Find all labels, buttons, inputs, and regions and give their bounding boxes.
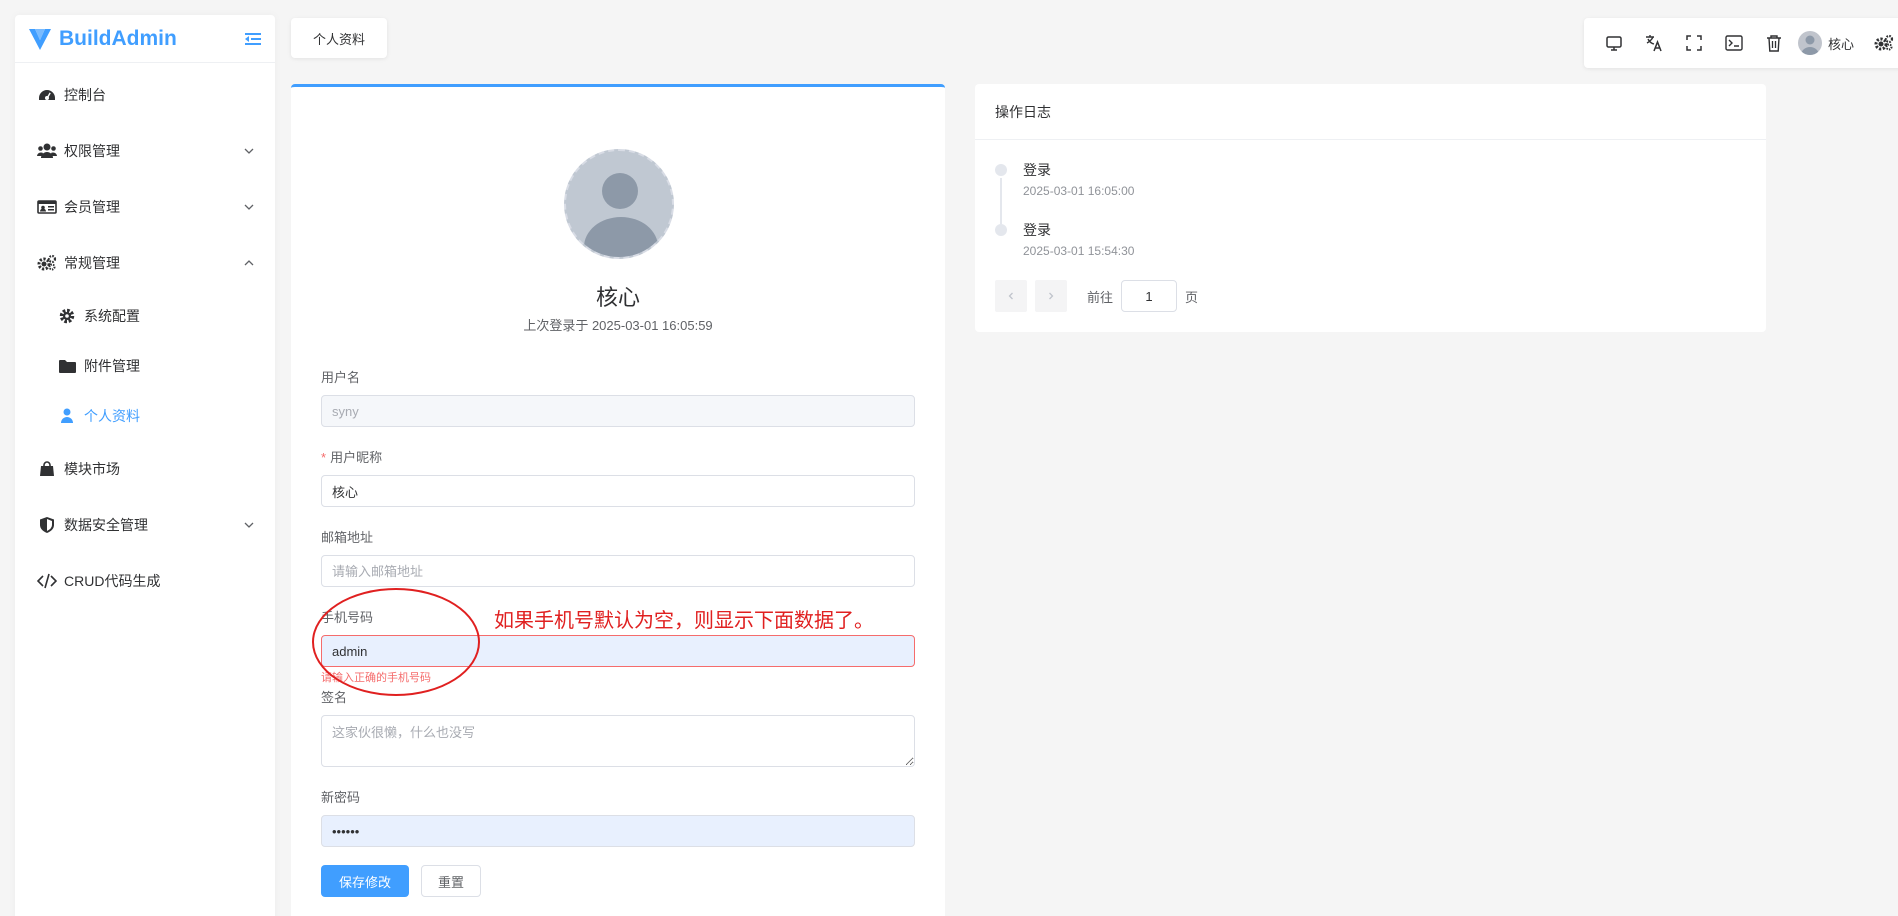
sidebar-item-label: 数据安全管理 (64, 517, 148, 533)
sidebar-item-label: 模块市场 (64, 461, 120, 477)
gears-icon (37, 253, 57, 273)
fullscreen-button[interactable] (1674, 23, 1714, 63)
sidebar-item-label: CRUD代码生成 (64, 573, 161, 589)
chevron-left-icon (1008, 292, 1013, 300)
tab-label: 个人资料 (312, 31, 365, 47)
prev-page-button[interactable] (995, 280, 1027, 312)
sidebar-item-permissions[interactable]: 权限管理 (15, 123, 275, 179)
sidebar-item-label: 附件管理 (84, 358, 140, 374)
reset-button[interactable]: 重置 (421, 865, 481, 897)
goto-label: 前往 (1087, 289, 1114, 305)
password-field[interactable] (321, 815, 915, 847)
chevron-down-icon (244, 204, 254, 210)
nickname-label-text: 用户昵称 (330, 450, 383, 465)
timeline-dot (995, 224, 1007, 236)
clear-cache-button[interactable] (1754, 23, 1794, 63)
monitor-button[interactable] (1594, 23, 1634, 63)
terminal-icon (1725, 35, 1743, 51)
sidebar: BuildAdmin 控制台 权限管理 会员管理 常规管理 系统配置 附件管理 … (15, 15, 275, 916)
brand-name: BuildAdmin (59, 26, 177, 50)
sidebar-item-general[interactable]: 常规管理 (15, 235, 275, 291)
save-button[interactable]: 保存修改 (321, 865, 409, 897)
fullscreen-icon (1686, 35, 1702, 51)
shopping-bag-icon (37, 459, 57, 479)
timeline-dot (995, 164, 1007, 176)
sidebar-item-label: 控制台 (64, 87, 106, 103)
username-label: 用户名 (321, 370, 361, 385)
last-login-text: 上次登录于 2025-03-01 16:05:59 (523, 318, 713, 333)
trash-icon (1767, 35, 1781, 52)
users-icon (37, 141, 57, 161)
sidebar-menu: 控制台 权限管理 会员管理 常规管理 系统配置 附件管理 个人资料 模块市场 数… (15, 63, 275, 609)
nickname-field[interactable] (321, 475, 915, 507)
id-card-icon (37, 197, 57, 217)
annotation-text: 如果手机号默认为空，则显示下面数据了。 (494, 610, 874, 632)
folder-icon (57, 356, 77, 376)
sidebar-item-label: 系统配置 (84, 308, 140, 324)
email-label: 邮箱地址 (321, 530, 374, 545)
page-jump-input[interactable] (1121, 280, 1178, 312)
settings-icon (1874, 34, 1894, 51)
required-mark: * (321, 450, 327, 465)
top-toolbar: 核心 (1584, 18, 1898, 68)
username-field[interactable] (321, 395, 915, 427)
annotation-circle (312, 588, 480, 696)
logo[interactable]: BuildAdmin (15, 15, 275, 63)
avatar (1798, 31, 1822, 55)
chevron-down-icon (244, 148, 254, 154)
chevron-down-icon (244, 522, 254, 528)
page-unit-label: 页 (1185, 289, 1199, 305)
signature-label: 签名 (321, 690, 348, 705)
sidebar-item-members[interactable]: 会员管理 (15, 179, 275, 235)
sidebar-item-dashboard[interactable]: 控制台 (15, 67, 275, 123)
sidebar-item-crud[interactable]: CRUD代码生成 (15, 553, 275, 609)
user-name: 核心 (1828, 36, 1855, 52)
signature-field[interactable] (321, 715, 915, 767)
logo-icon (29, 28, 51, 50)
code-icon (37, 571, 57, 591)
avatar-upload[interactable] (564, 149, 674, 259)
log-title: 操作日志 (975, 84, 1766, 140)
timeline-line (1000, 178, 1002, 224)
menu-fold-icon[interactable] (243, 29, 263, 49)
monitor-icon (1606, 36, 1622, 51)
avatar-head (602, 173, 638, 209)
terminal-button[interactable] (1714, 23, 1754, 63)
sidebar-item-profile[interactable]: 个人资料 (15, 391, 275, 441)
pagination: 前往 页 (995, 280, 1198, 312)
chevron-up-icon (244, 260, 254, 266)
user-icon (57, 406, 77, 426)
dashboard-icon (37, 85, 57, 105)
timeline-title: 登录 (1023, 162, 1051, 178)
chevron-right-icon (1049, 292, 1054, 300)
sidebar-item-data-security[interactable]: 数据安全管理 (15, 497, 275, 553)
gear-icon (57, 306, 77, 326)
password-label: 新密码 (321, 790, 361, 805)
sidebar-item-system-config[interactable]: 系统配置 (15, 291, 275, 341)
shield-icon (37, 515, 57, 535)
next-page-button[interactable] (1035, 280, 1067, 312)
avatar-body (584, 217, 658, 257)
timeline-title: 登录 (1023, 222, 1051, 238)
profile-nickname: 核心 (595, 285, 640, 310)
operation-log-card: 操作日志 登录 2025-03-01 16:05:00 登录 2025-03-0… (975, 84, 1766, 332)
sidebar-item-attachments[interactable]: 附件管理 (15, 341, 275, 391)
user-menu[interactable]: 核心 (1798, 31, 1854, 55)
tab-profile[interactable]: 个人资料 (291, 18, 387, 58)
sidebar-item-label: 常规管理 (64, 255, 120, 271)
sidebar-item-label: 个人资料 (84, 408, 140, 424)
email-field[interactable] (321, 555, 915, 587)
nickname-label: * 用户昵称 (321, 447, 382, 466)
sidebar-item-label: 会员管理 (64, 199, 120, 215)
timeline-time: 2025-03-01 16:05:00 (1023, 184, 1135, 198)
sidebar-item-label: 权限管理 (64, 143, 120, 159)
language-button[interactable] (1634, 23, 1674, 63)
translate-icon (1646, 35, 1662, 52)
profile-card: 核心 上次登录于 2025-03-01 16:05:59 用户名 *用户昵称 邮… (291, 84, 945, 916)
timeline-time: 2025-03-01 15:54:30 (1023, 244, 1135, 258)
settings-button[interactable] (1864, 23, 1898, 63)
sidebar-item-module-market[interactable]: 模块市场 (15, 441, 275, 497)
